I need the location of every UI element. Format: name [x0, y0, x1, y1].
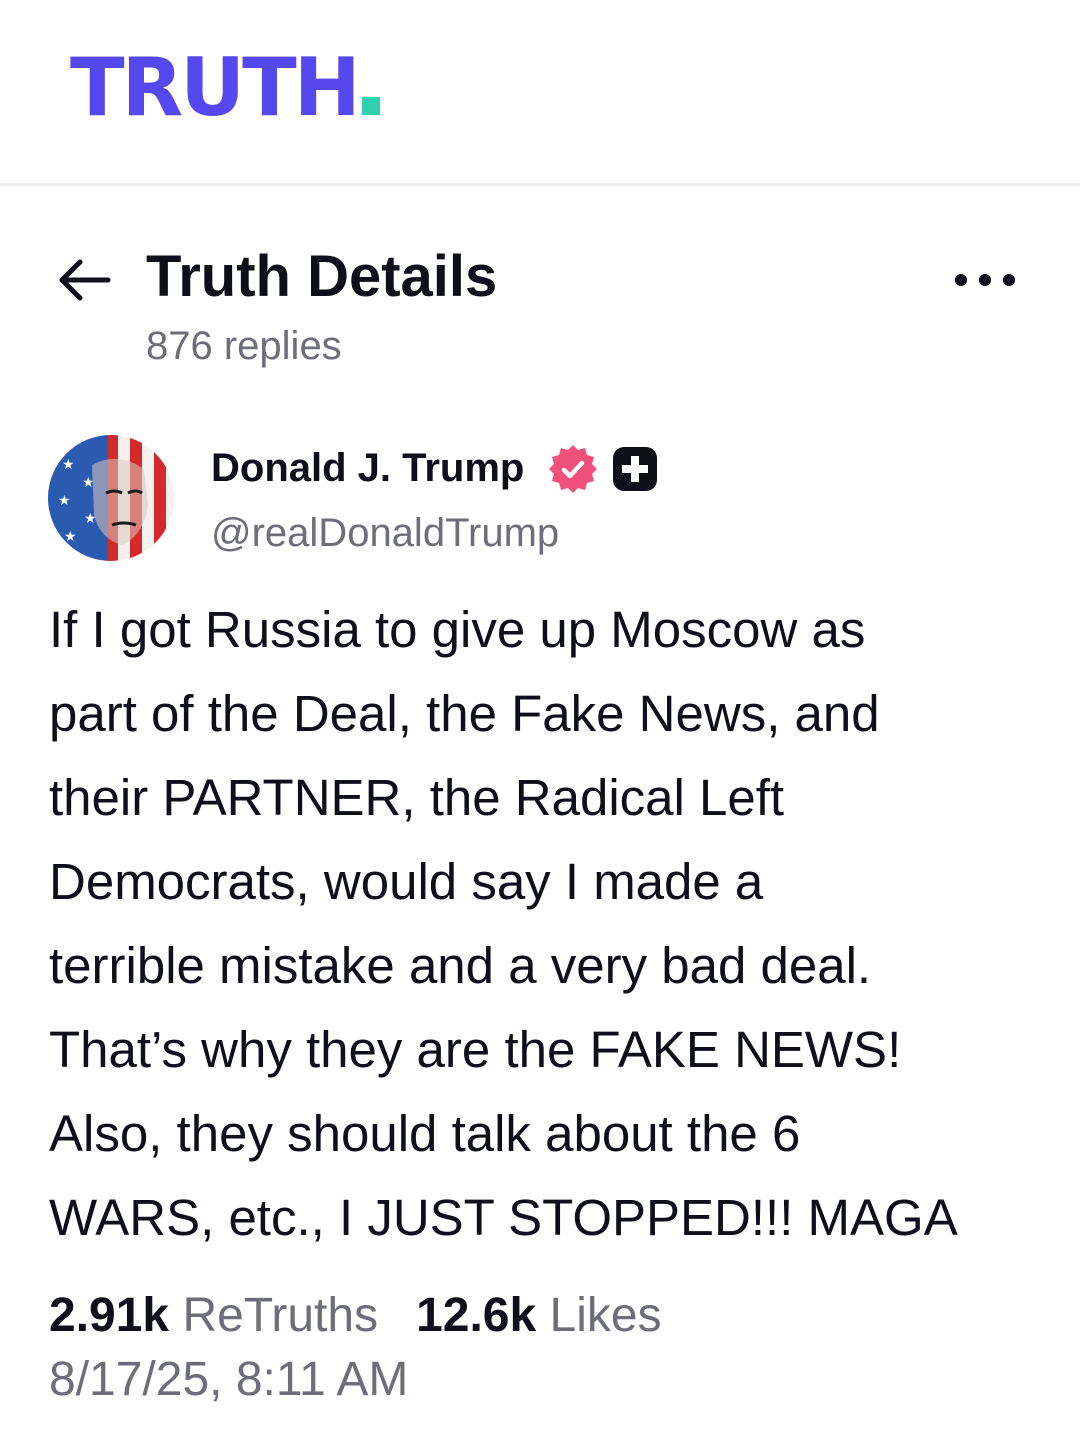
- post-timestamp: 8/17/25, 8:11 AM: [49, 1353, 409, 1406]
- post-text-line: their PARTNER, the Radical Left: [49, 769, 785, 826]
- logo-text: TRUTH: [70, 41, 361, 134]
- post-stats: 2.91k ReTruths 12.6k Likes: [49, 1286, 662, 1346]
- post-text-line: WARS, etc., I JUST STOPPED!!! MAGA: [49, 1189, 958, 1246]
- svg-text:★: ★: [64, 529, 77, 545]
- page-title: Truth Details: [146, 244, 498, 309]
- retruths-stat[interactable]: 2.91k ReTruths: [49, 1289, 378, 1342]
- retruths-label: ReTruths: [182, 1289, 379, 1342]
- likes-stat[interactable]: 12.6k Likes: [416, 1289, 662, 1342]
- truth-plus-icon: [612, 446, 658, 492]
- retruths-count: 2.91k: [49, 1289, 170, 1342]
- author-handle[interactable]: @realDonaldTrump: [211, 508, 559, 558]
- more-horizontal-icon: [955, 274, 1015, 286]
- app-header: TRUTH: [0, 0, 1080, 186]
- post-text-line: If I got Russia to give up Moscow as: [49, 601, 866, 658]
- post-text-line: terrible mistake and a very bad deal.: [49, 937, 872, 994]
- back-button[interactable]: [52, 248, 116, 312]
- post-text-line: Also, they should talk about the 6: [49, 1105, 801, 1162]
- post-text-line: part of the Deal, the Fake News, and: [49, 685, 880, 742]
- likes-label: Likes: [549, 1289, 662, 1342]
- post-text-line: Democrats, would say I made a: [49, 853, 764, 910]
- likes-count: 12.6k: [416, 1289, 537, 1342]
- detail-topbar: Truth Details 876 replies: [0, 230, 1080, 380]
- replies-count: 876 replies: [146, 324, 342, 368]
- author-avatar[interactable]: ★ ★ ★ ★ ★: [48, 435, 174, 561]
- truth-logo[interactable]: TRUTH: [70, 48, 380, 128]
- arrow-left-icon: [59, 259, 111, 301]
- author-name[interactable]: Donald J. Trump: [211, 443, 524, 493]
- verified-badge-icon: [547, 443, 599, 495]
- logo-dot: [361, 97, 380, 115]
- post-text-line: That’s why they are the FAKE NEWS!: [49, 1021, 902, 1078]
- more-options-button[interactable]: [950, 260, 1020, 300]
- flag-portrait-avatar: ★ ★ ★ ★ ★: [48, 435, 174, 561]
- post-text: If I got Russia to give up Moscow as par…: [49, 588, 1049, 1260]
- svg-text:★: ★: [62, 457, 75, 473]
- svg-text:★: ★: [58, 493, 71, 509]
